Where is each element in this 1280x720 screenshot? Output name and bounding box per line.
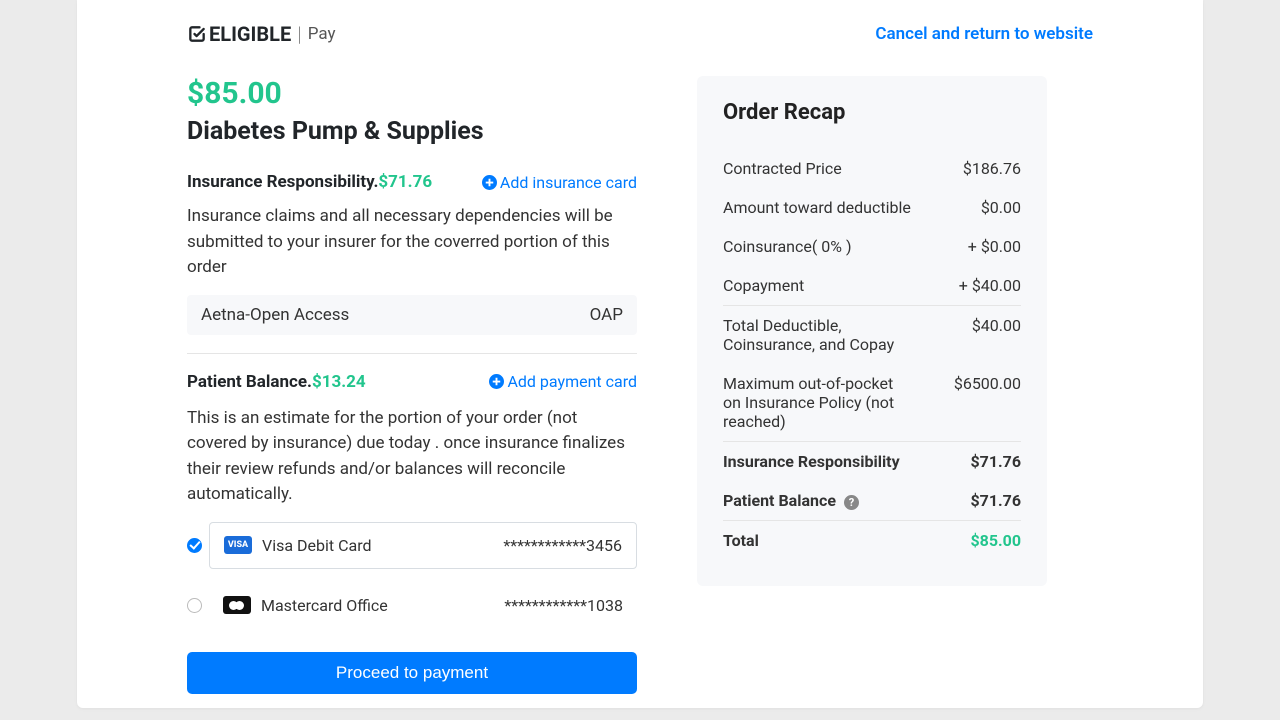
payment-option[interactable]: Mastercard Office ************1038 (187, 583, 637, 628)
add-payment-card-label: Add payment card (507, 372, 637, 391)
insurance-label: Insurance Responsibility. (187, 172, 378, 192)
recap-line-label: Amount toward deductible (723, 198, 911, 217)
patient-balance-description: This is an estimate for the portion of y… (187, 406, 637, 508)
recap-line-label: Copayment (723, 276, 804, 295)
add-payment-card-link[interactable]: Add payment card (489, 372, 637, 391)
mastercard-icon (223, 596, 251, 614)
recap-line-value: $186.76 (963, 159, 1021, 178)
recap-subrows: Total Deductible, Coinsurance, and Copay… (723, 305, 1021, 441)
payment-methods-list: VISA Visa Debit Card ************3456 Maste… (187, 522, 637, 628)
patient-balance-label: Patient Balance. (187, 372, 312, 392)
recap-line-label: Insurance Responsibility (723, 452, 900, 471)
insurance-responsibility-row: Insurance Responsibility.$71.76 Add insu… (187, 172, 637, 192)
recap-line: Contracted Price $186.76 (723, 149, 1021, 188)
recap-line: Maximum out-of-pocket on Insurance Polic… (723, 364, 1021, 441)
plus-circle-icon (489, 374, 504, 389)
insurance-amount: $71.76 (378, 172, 432, 192)
order-recap-panel: Order Recap Contracted Price $186.76 Amoun… (697, 76, 1047, 586)
brand-name: ELIGIBLE (209, 22, 291, 46)
order-details: $85.00 Diabetes Pump & Supplies Insuranc… (187, 76, 637, 694)
recap-line-value: $40.00 (972, 316, 1021, 354)
brand-sub: Pay (308, 24, 336, 44)
insurance-plan-box: Aetna-Open Access OAP (187, 295, 637, 335)
recap-bold-rows: Insurance Responsibility$71.76Patient Ba… (723, 441, 1021, 520)
recap-line: Amount toward deductible $0.00 (723, 188, 1021, 227)
payment-card-masked: ************3456 (503, 536, 622, 555)
recap-total-label: Total (723, 531, 759, 550)
order-title: Diabetes Pump & Supplies (187, 117, 637, 146)
payment-option[interactable]: VISA Visa Debit Card ************3456 (187, 522, 637, 569)
recap-line-label: Total Deductible, Coinsurance, and Copay (723, 316, 913, 354)
add-insurance-card-label: Add insurance card (500, 173, 637, 192)
brand-logo: ELIGIBLE | Pay (187, 22, 336, 46)
recap-line: Patient Balance ? $71.76 (723, 481, 1021, 520)
plus-circle-icon (482, 175, 497, 190)
checkmark-box-icon (187, 24, 207, 44)
insurance-plan-name: Aetna-Open Access (201, 305, 349, 325)
payment-card-masked: ************1038 (504, 596, 623, 615)
recap-line: Insurance Responsibility $71.76 (723, 441, 1021, 481)
recap-line-label: Contracted Price (723, 159, 842, 178)
body-layout: $85.00 Diabetes Pump & Supplies Insuranc… (187, 76, 1093, 694)
order-recap-title: Order Recap (723, 100, 1021, 125)
radio-unchecked-icon[interactable] (187, 598, 202, 613)
topbar: ELIGIBLE | Pay Cancel and return to webs… (187, 22, 1093, 46)
recap-line-value: $71.76 (970, 491, 1021, 510)
patient-balance-amount: $13.24 (312, 372, 366, 392)
recap-line-value: + $40.00 (959, 276, 1021, 295)
payment-card-label: Mastercard Office (261, 596, 388, 615)
help-icon[interactable]: ? (844, 495, 859, 510)
recap-line: Total Deductible, Coinsurance, and Copay… (723, 305, 1021, 364)
payment-card-label: Visa Debit Card (262, 536, 371, 555)
brand-separator: | (297, 22, 301, 46)
checkout-card: ELIGIBLE | Pay Cancel and return to webs… (77, 0, 1203, 708)
recap-total-row: Total $85.00 (723, 520, 1021, 560)
proceed-to-payment-button[interactable]: Proceed to payment (187, 652, 637, 694)
insurance-plan-code: OAP (590, 305, 623, 325)
cancel-return-link[interactable]: Cancel and return to website (875, 24, 1093, 44)
recap-total-value: $85.00 (970, 531, 1021, 550)
recap-line-value: $0.00 (981, 198, 1021, 217)
recap-rows: Contracted Price $186.76 Amount toward ded… (723, 149, 1021, 305)
add-insurance-card-link[interactable]: Add insurance card (482, 173, 637, 192)
recap-line-label: Patient Balance ? (723, 491, 859, 510)
recap-line-label: Coinsurance( 0% ) (723, 237, 852, 256)
recap-line: Copayment + $40.00 (723, 266, 1021, 305)
section-divider (187, 353, 637, 354)
visa-card-icon: VISA (224, 536, 252, 554)
insurance-description: Insurance claims and all necessary depen… (187, 204, 637, 281)
radio-checked-icon[interactable] (187, 538, 202, 553)
recap-line: Coinsurance( 0% ) + $0.00 (723, 227, 1021, 266)
recap-line-value: $71.76 (970, 452, 1021, 471)
patient-balance-row: Patient Balance.$13.24 Add payment card (187, 372, 637, 392)
recap-line-value: + $0.00 (968, 237, 1021, 256)
recap-line-label: Maximum out-of-pocket on Insurance Polic… (723, 374, 913, 431)
order-price: $85.00 (187, 76, 637, 111)
recap-line-value: $6500.00 (954, 374, 1021, 431)
